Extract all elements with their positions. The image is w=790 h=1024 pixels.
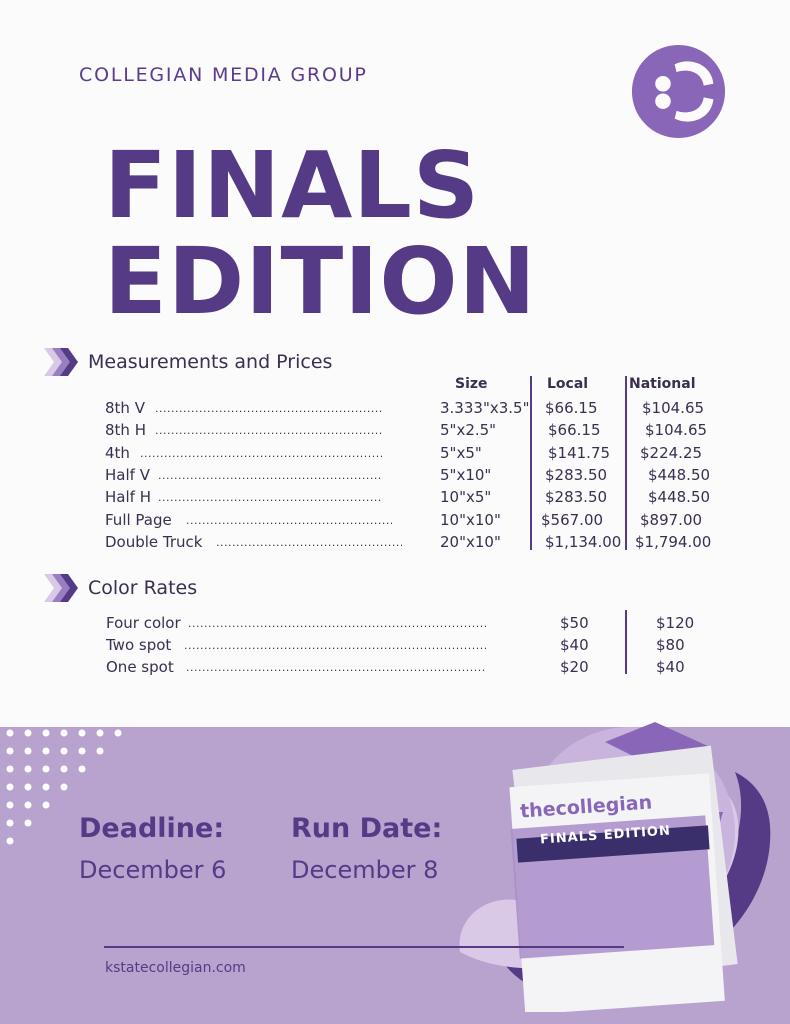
row-local: $20 [560,658,589,676]
table-row: Two spot ...............................… [0,636,790,658]
dot-leader: ........................................… [155,424,383,437]
row-national: $224.25 [640,444,703,462]
row-name: Four color [106,614,181,632]
row-size: 10"x5" [440,488,492,506]
row-national: $40 [656,658,685,676]
dot-leader: ........................................… [186,514,392,527]
dot-leader: ........................................… [184,639,486,652]
table-row: Full Page ..............................… [0,511,790,533]
row-national: $897.00 [640,511,703,529]
dot-leader: ........................................… [140,447,382,460]
table-row: Half V .................................… [0,466,790,488]
row-local: $40 [560,636,589,654]
row-name: 4th [105,444,130,462]
rundate-value: December 8 [291,856,439,884]
title-line-2: EDITION [104,228,537,335]
row-size: 10"x10" [440,511,501,529]
website-link[interactable]: kstatecollegian.com [105,960,246,976]
row-local: $141.75 [548,444,611,462]
table-row: One spot ...............................… [0,658,790,680]
row-name: Full Page [105,511,172,529]
row-local: $50 [560,614,589,632]
title-line-1: FINALS [104,132,481,239]
row-size: 20"x10" [440,533,501,551]
row-local: $283.50 [545,488,608,506]
row-name: Two spot [106,636,172,654]
row-national: $1,794.00 [635,533,712,551]
row-name: Half V [105,466,150,484]
section-heading-color-rates: Color Rates [88,577,198,599]
newspaper-illustration [459,722,771,1012]
section-heading-measurements: Measurements and Prices [88,351,333,373]
col-header-local: Local [547,376,589,392]
row-size: 3.333"x3.5" [440,399,530,417]
dot-leader: ........................................… [158,469,383,482]
deadline-value: December 6 [79,856,227,884]
row-national: $448.50 [648,466,711,484]
table-row: Half H .................................… [0,488,790,510]
row-local: $567.00 [541,511,604,529]
row-local: $66.15 [548,421,601,439]
table-row: Four color .............................… [0,614,790,636]
deadline-label: Deadline: [79,813,225,844]
row-name: 8th H [105,421,146,439]
row-size: 5"x10" [440,466,492,484]
footer-divider [104,946,624,948]
row-national: $104.65 [642,399,705,417]
row-national: $80 [656,636,685,654]
row-name: 8th V [105,399,145,417]
row-size: 5"x2.5" [440,421,497,439]
collegian-logo-icon [631,44,726,139]
dot-leader: ........................................… [158,491,383,504]
row-name: Double Truck [105,533,203,551]
table-row: 4th ....................................… [0,444,790,466]
row-national: $448.50 [648,488,711,506]
row-name: Half H [105,488,151,506]
table-row: Double Truck ...........................… [0,533,790,555]
chevron-right-icon [44,348,78,376]
row-national: $120 [656,614,695,632]
table-row: 8th V ..................................… [0,399,790,421]
row-local: $66.15 [545,399,598,417]
org-name: COLLEGIAN MEDIA GROUP [79,64,368,86]
chevron-right-icon [44,574,78,602]
dot-leader: ........................................… [216,536,402,549]
table-row: 8th H ..................................… [0,421,790,443]
dot-leader: ........................................… [188,617,486,630]
col-header-size: Size [455,376,488,392]
dot-leader: ........................................… [186,661,486,674]
col-header-national: National [629,376,696,392]
row-size: 5"x5" [440,444,482,462]
row-national: $104.65 [645,421,708,439]
dot-leader: ........................................… [155,402,383,415]
row-local: $1,134.00 [545,533,622,551]
row-name: One spot [106,658,174,676]
rundate-label: Run Date: [291,813,443,844]
row-local: $283.50 [545,466,608,484]
